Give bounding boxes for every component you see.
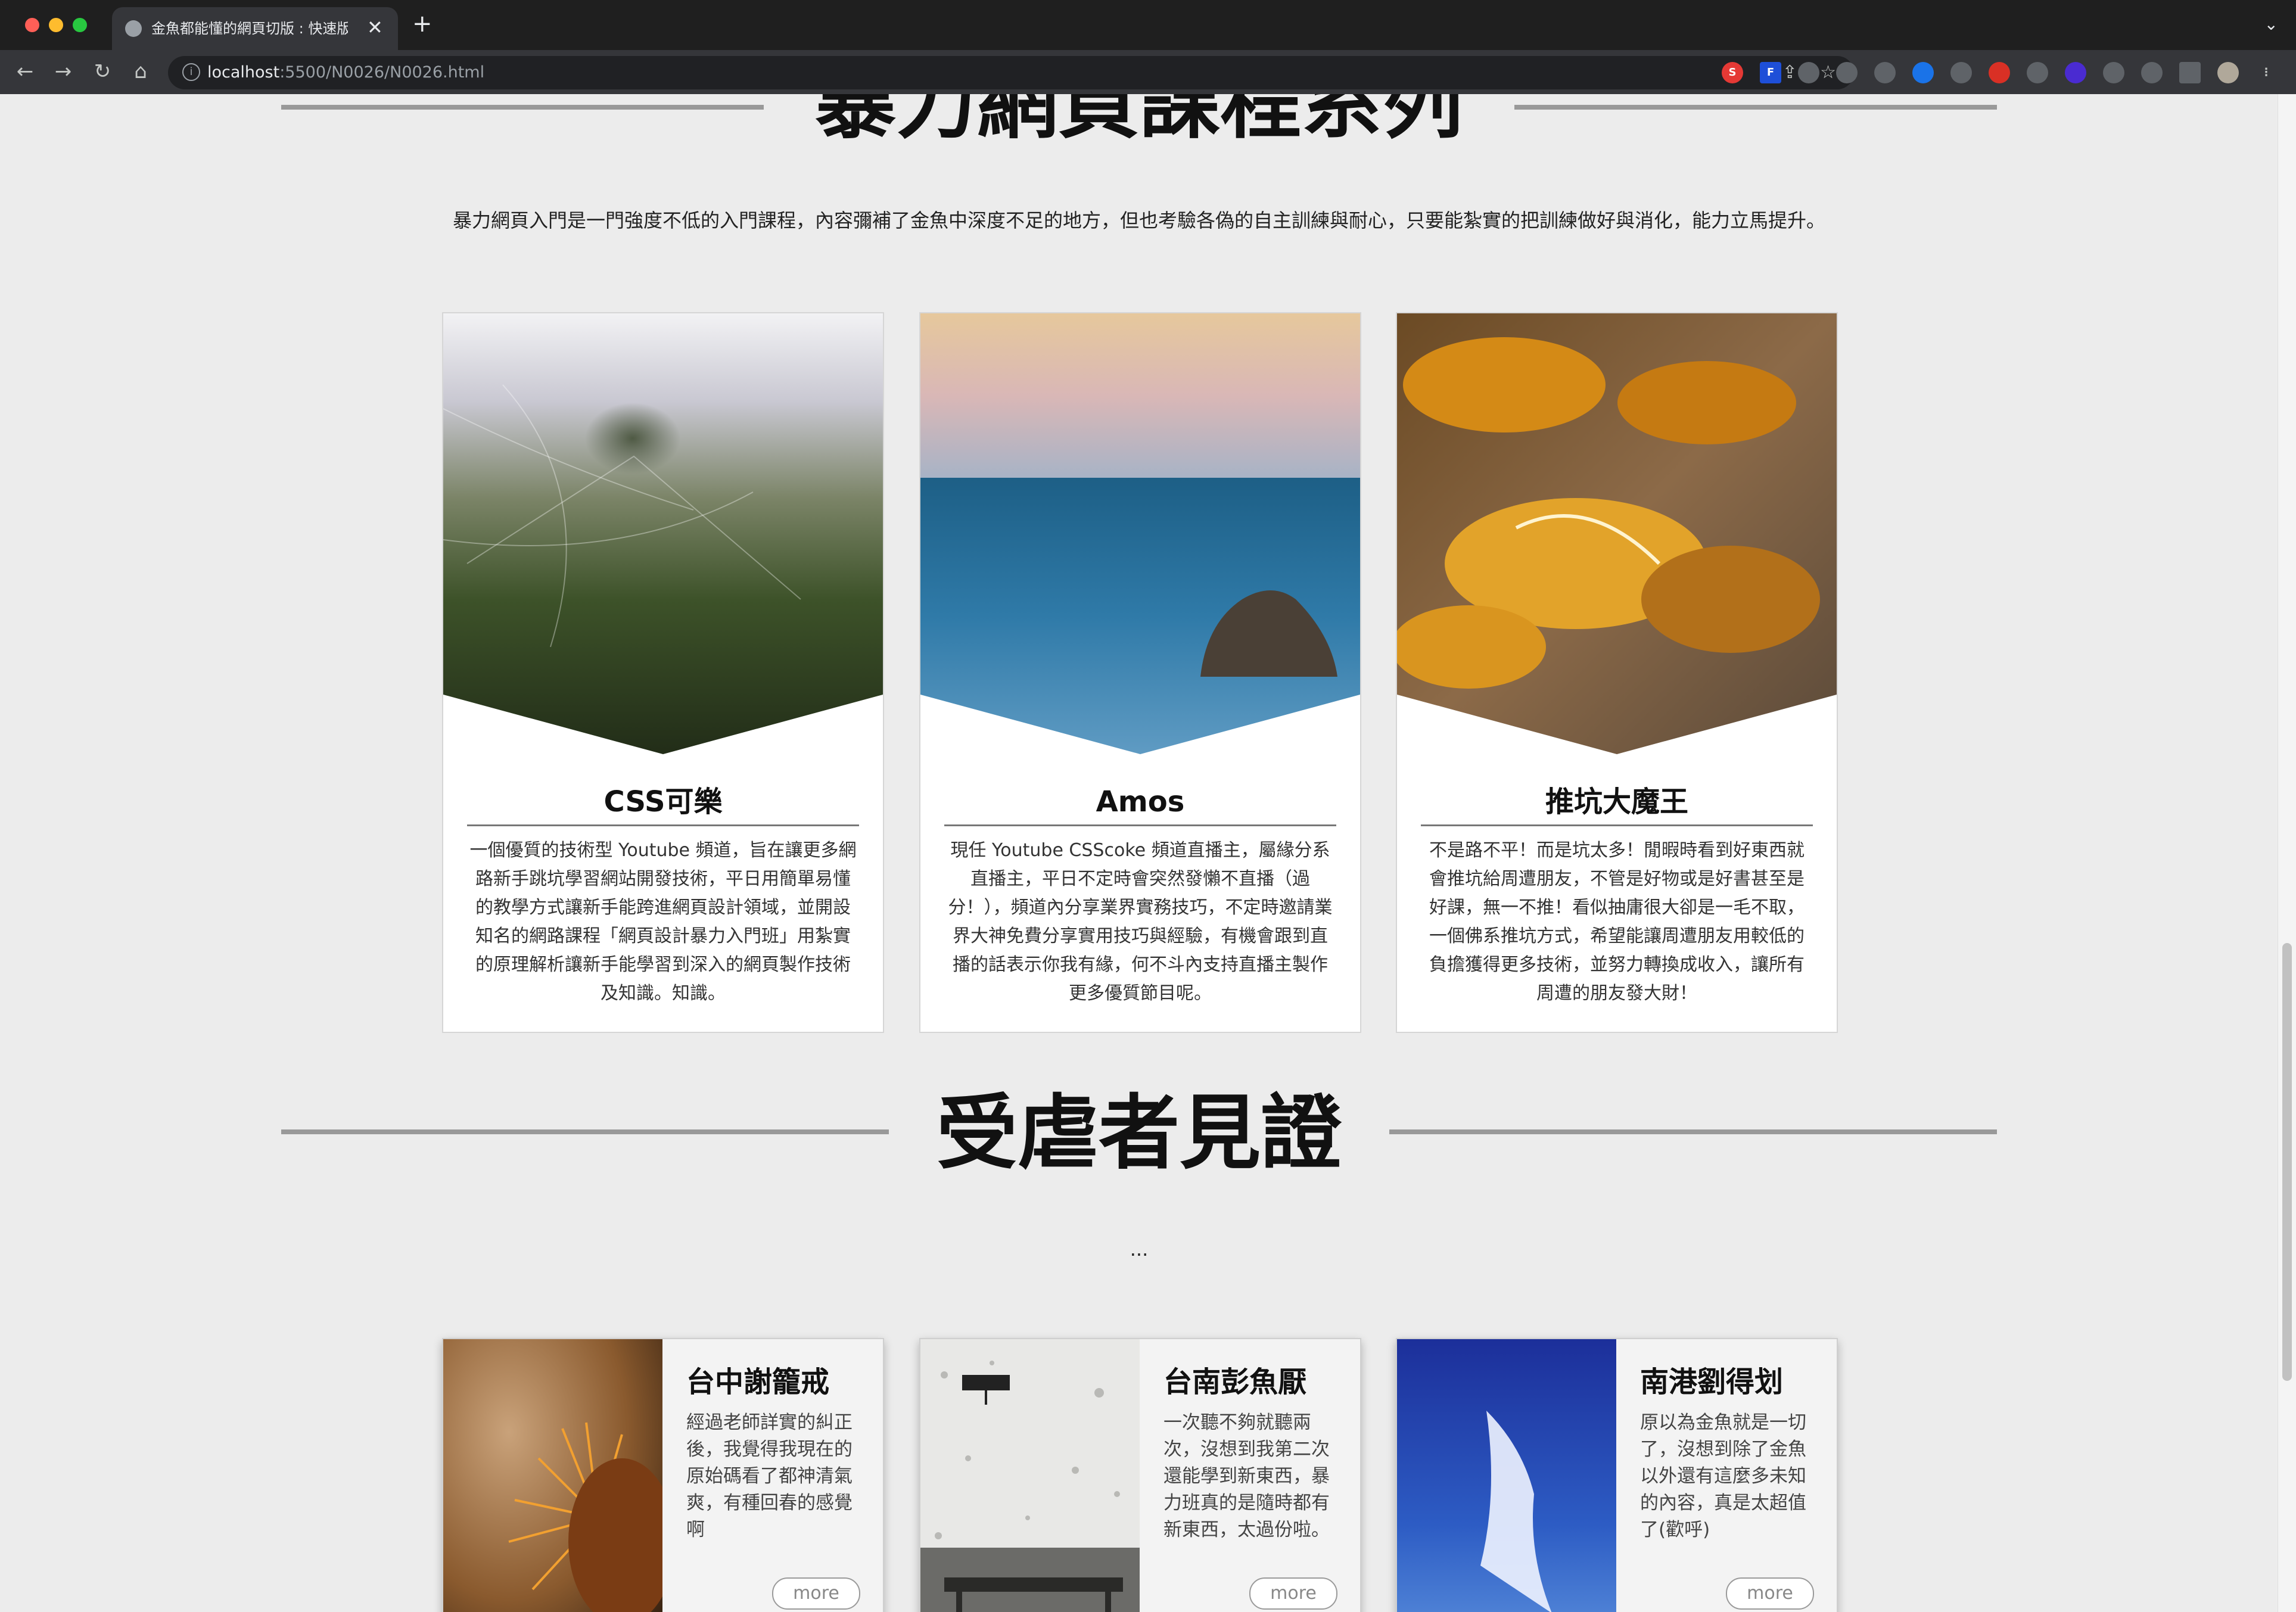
chestnut-burr-image [443, 1339, 662, 1612]
extension-cloud-icon[interactable] [1798, 62, 1819, 83]
testimonial-text: 原以為金魚就是一切了，沒想到除了金魚以外還有這麼多未知的內容，真是太超值了(歡呼… [1640, 1412, 1806, 1541]
course-card-name: Amos [1096, 785, 1185, 819]
testimonials-title: 受虐者見證 [937, 1087, 1342, 1181]
side-panel-icon[interactable] [2179, 62, 2201, 83]
extension-react-icon[interactable] [1836, 62, 1858, 83]
testimonial-name: 南港劉得划 [1640, 1365, 1784, 1399]
page-scrollbar[interactable] [2278, 94, 2296, 1612]
foggy-field-image [443, 313, 883, 754]
close-window-button[interactable] [25, 18, 39, 32]
testimonial-card: 台中謝籠戒 經過老師詳實的糾正後，我覺得我現在的原始碼看了都神清氣爽，有種回春的… [442, 1338, 884, 1612]
extension-vue-icon[interactable] [1950, 62, 1972, 83]
course-card: CSS可樂 一個優質的技術型 Youtube 頻道，旨在讓更多網路新手跳坑學習網… [442, 312, 884, 1033]
tab-bar: 金魚都能懂的網頁切版 : 快速版面 ✕ + ⌄ [0, 0, 2296, 50]
url-text: localhost:5500/N0026/N0026.html [207, 62, 484, 83]
home-icon[interactable]: ⌂ [127, 58, 154, 85]
url-path: :5500/N0026/N0026.html [279, 63, 485, 82]
card-divider [944, 824, 1336, 826]
extension-target-icon[interactable] [1874, 62, 1896, 83]
course-card-name: 推坑大魔王 [1545, 785, 1688, 819]
extension-gem-icon[interactable] [1912, 62, 1934, 83]
testimonial-card: 台南彭魚厭 一次聽不夠就聽兩次，沒想到我第二次還能學到新東西，暴力班真的是隨時都… [919, 1338, 1361, 1612]
more-button[interactable]: more [772, 1577, 860, 1610]
testimonial-text: 一次聽不夠就聽兩次，沒想到我第二次還能學到新東西，暴力班真的是隨時都有新東西，太… [1163, 1412, 1330, 1541]
extension-badge-icon[interactable] [2065, 62, 2086, 83]
url-host: localhost [207, 63, 280, 82]
card-divider [1421, 824, 1813, 826]
extension-fe-icon[interactable]: F [1760, 62, 1781, 83]
testimonial-name: 台南彭魚厭 [1163, 1365, 1307, 1399]
address-bar[interactable]: i localhost:5500/N0026/N0026.html ⇪ ☆ [168, 56, 1854, 89]
scrollbar-thumb[interactable] [2282, 943, 2292, 1381]
new-tab-button[interactable]: + [412, 12, 433, 36]
minimize-window-button[interactable] [49, 18, 63, 32]
card-divider [467, 824, 859, 826]
courses-intro: 暴力網頁入門是一門強度不低的入門課程，內容彌補了金魚中深度不足的地方，但也考驗各… [452, 209, 1825, 232]
courses-title: 暴力網頁課程系列 [815, 94, 1463, 150]
reading-list-icon[interactable] [2141, 62, 2163, 83]
course-card-description: 現任 Youtube CSScoke 頻道直播主，屬緣分系直播主，平日不定時會突… [948, 840, 1333, 1004]
forward-arrow-icon[interactable]: → [50, 58, 76, 85]
browser-toolbar: ← → ↻ ⌂ i localhost:5500/N0026/N0026.htm… [0, 50, 2296, 94]
tab-title: 金魚都能懂的網頁切版 : 快速版面 [151, 20, 348, 37]
browser-chrome: 金魚都能懂的網頁切版 : 快速版面 ✕ + ⌄ ← → ↻ ⌂ i localh… [0, 0, 2296, 94]
testimonial-text: 經過老師詳實的糾正後，我覺得我現在的原始碼看了都神清氣爽，有種回春的感覺啊 [686, 1412, 853, 1541]
chevron-down-icon[interactable]: ⌄ [2264, 14, 2278, 34]
browser-tab[interactable]: 金魚都能懂的網頁切版 : 快速版面 ✕ [112, 7, 398, 50]
maximize-window-button[interactable] [73, 18, 87, 32]
course-card: Amos 現任 Youtube CSScoke 頻道直播主，屬緣分系直播主，平日… [919, 312, 1361, 1033]
more-button[interactable]: more [1726, 1577, 1814, 1610]
profile-avatar[interactable] [2217, 62, 2239, 83]
globe-icon [125, 20, 142, 37]
sea-rock-image [920, 313, 1360, 754]
more-button[interactable]: more [1249, 1577, 1337, 1610]
testimonial-card: 南港劉得划 原以為金魚就是一切了，沒想到除了金魚以外還有這麼多未知的內容，真是太… [1396, 1338, 1838, 1612]
tab-close-icon[interactable]: ✕ [367, 15, 383, 39]
extension-s-icon[interactable]: S [1722, 62, 1743, 83]
testimonials-subtitle: ... [1130, 1238, 1149, 1261]
kebab-menu-icon[interactable]: ⋮ [2255, 62, 2277, 83]
page-content: 暴力網頁課程系列 暴力網頁入門是一門強度不低的入門課程，內容彌補了金魚中深度不足… [0, 94, 2278, 1612]
autumn-leaves-image [1397, 313, 1837, 754]
testimonial-name: 台中謝籠戒 [686, 1365, 830, 1399]
white-wall-bench-image [920, 1339, 1140, 1612]
extension-play-icon[interactable] [1989, 62, 2010, 83]
course-card-description: 一個優質的技術型 Youtube 頻道，旨在讓更多網路新手跳坑學習網站開發技術，… [469, 840, 857, 1004]
course-card-description: 不是路不平！而是坑太多！閒暇時看到好東西就會推坑給周遭朋友，不管是好物或是好書甚… [1429, 840, 1805, 1004]
info-icon[interactable]: i [182, 63, 200, 81]
back-arrow-icon[interactable]: ← [12, 58, 38, 85]
extension-check-icon[interactable] [2027, 62, 2048, 83]
extensions-puzzle-icon[interactable] [2103, 62, 2124, 83]
course-card: 推坑大魔王 不是路不平！而是坑太多！閒暇時看到好東西就會推坑給周遭朋友，不管是好… [1396, 312, 1838, 1033]
extensions-bar: S F ⋮ [1722, 58, 2277, 87]
blue-sky-cloud-image [1397, 1339, 1616, 1612]
reload-icon[interactable]: ↻ [89, 58, 116, 85]
course-card-name: CSS可樂 [603, 785, 723, 819]
